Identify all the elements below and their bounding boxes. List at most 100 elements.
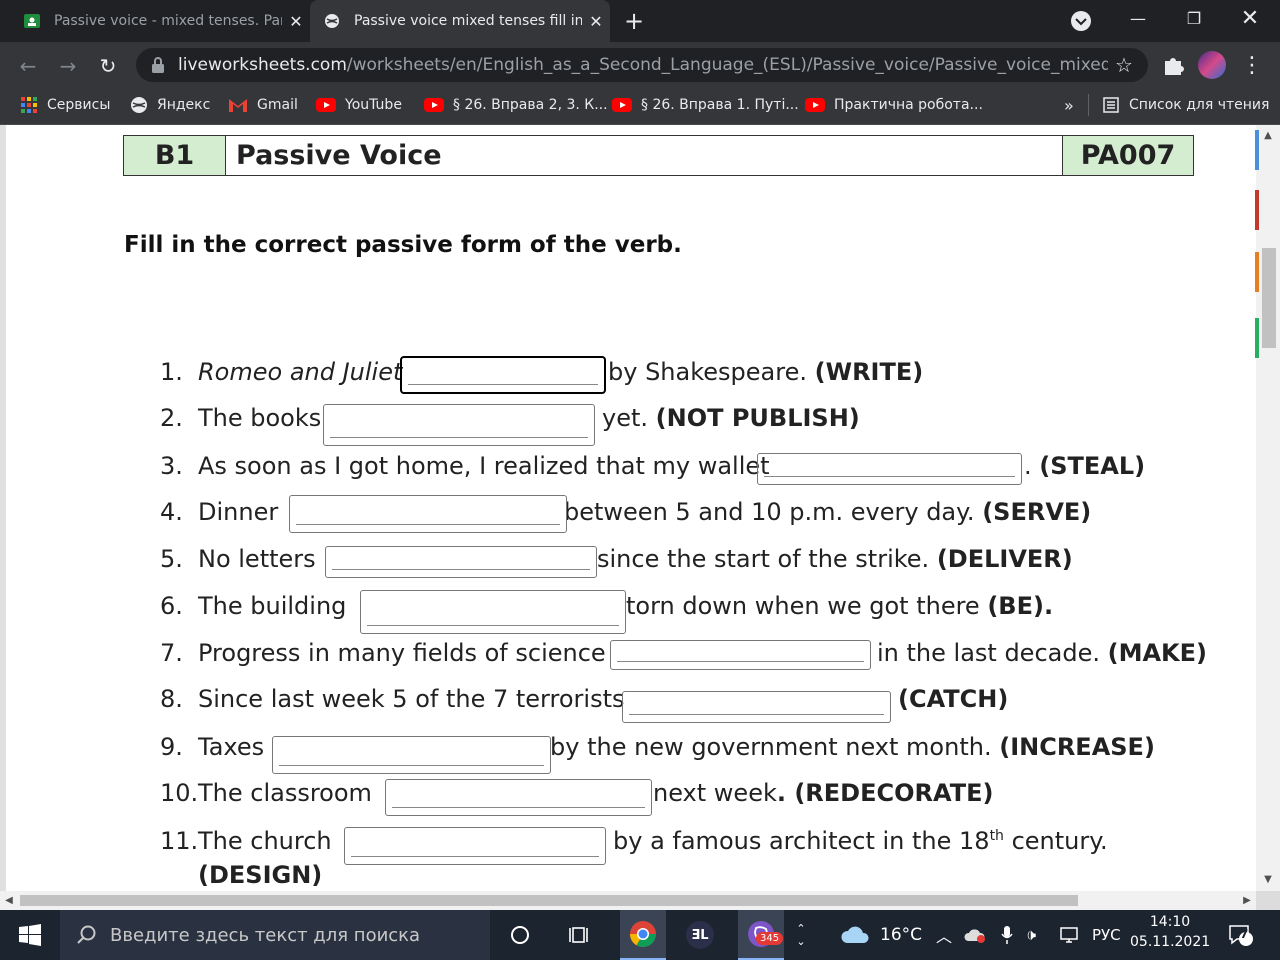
- scroll-up-arrow[interactable]: ▲: [1260, 128, 1276, 144]
- language-indicator[interactable]: РУС: [1092, 910, 1121, 960]
- bookmark-label: Сервисы: [47, 97, 111, 113]
- task-view-icon[interactable]: [560, 910, 600, 960]
- url-text[interactable]: liveworksheets.com/worksheets/en/English…: [178, 54, 1108, 76]
- minimize-button[interactable]: —: [1110, 0, 1166, 38]
- item-text-before: Romeo and Juliet: [198, 358, 403, 386]
- bookmark-label: Gmail: [257, 97, 298, 113]
- scroll-down-arrow[interactable]: ▼: [1260, 872, 1276, 888]
- vertical-scroll-thumb[interactable]: [1262, 248, 1276, 348]
- viber-taskbar-icon[interactable]: 345: [738, 910, 784, 960]
- bookmarks-overflow-button[interactable]: »: [1064, 94, 1074, 116]
- answer-input[interactable]: [385, 779, 652, 816]
- item-text-after: yet. (NOT PUBLISH): [602, 404, 860, 432]
- tab-title: Passive voice - mixed tenses. Part: [54, 13, 282, 29]
- item-number: 7.: [160, 639, 183, 667]
- item-text-before: Since last week 5 of the 7 terrorists: [198, 685, 625, 713]
- scroll-left-arrow[interactable]: ◀: [2, 891, 16, 910]
- lock-icon[interactable]: [150, 56, 166, 74]
- horizontal-scroll-thumb[interactable]: [20, 895, 1078, 906]
- cloud-sync-icon[interactable]: [964, 910, 986, 960]
- answer-input[interactable]: [325, 546, 597, 578]
- weather-widget[interactable]: 16°C: [840, 910, 922, 960]
- profile-avatar[interactable]: [1198, 51, 1226, 79]
- chrome-taskbar-icon[interactable]: [620, 910, 666, 960]
- bookmark-label: Практична робота...: [834, 97, 983, 113]
- answer-input[interactable]: [622, 691, 891, 723]
- answer-input[interactable]: [323, 404, 595, 446]
- item-number: 4.: [160, 498, 183, 526]
- answer-input[interactable]: [289, 495, 567, 533]
- volume-icon[interactable]: 🕩: [1026, 910, 1036, 960]
- back-button[interactable]: ←: [14, 52, 42, 80]
- menu-kebab-icon[interactable]: ⋮: [1238, 52, 1266, 80]
- cloud-icon: [841, 926, 869, 943]
- weather-temp: 16°C: [880, 925, 923, 945]
- windows-logo-icon: [19, 924, 41, 946]
- app-3l-icon[interactable]: ƎL: [680, 910, 720, 960]
- search-icon: [77, 925, 96, 944]
- answer-input[interactable]: [344, 827, 606, 865]
- start-button[interactable]: [0, 910, 60, 960]
- tab-active[interactable]: Passive voice mixed tenses fill in t ✕: [310, 0, 610, 42]
- scroll-marker: [1255, 318, 1259, 358]
- forward-button[interactable]: →: [54, 52, 82, 80]
- answer-input[interactable]: [400, 356, 606, 394]
- close-icon[interactable]: ✕: [282, 12, 310, 31]
- item-text-before: The books: [198, 404, 322, 432]
- item-verb-hint: (DESIGN): [198, 861, 323, 889]
- close-window-button[interactable]: ✕: [1222, 0, 1278, 38]
- scroll-right-arrow[interactable]: ▶: [1240, 891, 1254, 910]
- worksheet-code: PA007: [1062, 136, 1193, 175]
- item-text-before: Progress in many fields of science: [198, 639, 606, 667]
- reading-list-button[interactable]: Список для чтения: [1102, 94, 1269, 116]
- answer-input[interactable]: [757, 453, 1022, 485]
- bookmark-practical-work[interactable]: Практична робота...: [805, 94, 983, 116]
- item-text-before: Dinner: [198, 498, 279, 526]
- worksheet-title: Passive Voice: [236, 140, 442, 171]
- item-number: 11.: [160, 827, 199, 855]
- notification-center-button[interactable]: 7: [1228, 910, 1254, 960]
- network-icon[interactable]: [1058, 910, 1080, 960]
- item-text-after: between 5 and 10 p.m. every day. (SERVE): [564, 498, 1092, 526]
- bookmark-services[interactable]: Сервисы: [20, 94, 110, 116]
- taskbar-search[interactable]: Введите здесь текст для поиска: [60, 910, 490, 960]
- youtube-icon: [612, 98, 632, 112]
- bookmark-star-icon[interactable]: ☆: [1112, 52, 1136, 78]
- vertical-scrollbar[interactable]: [1256, 125, 1280, 891]
- item-number: 1.: [160, 358, 183, 386]
- bookmark-exercise-1[interactable]: § 26. Вправа 2, 3. К...: [424, 94, 608, 116]
- scroll-marker: [1255, 190, 1259, 230]
- close-icon[interactable]: ✕: [582, 12, 610, 31]
- item-number: 10.: [160, 779, 199, 807]
- new-tab-button[interactable]: +: [620, 8, 648, 36]
- bookmark-gmail[interactable]: Gmail: [228, 94, 298, 116]
- chevron-down-icon: [1071, 11, 1091, 31]
- tab-search-button[interactable]: [1066, 9, 1096, 33]
- globe-icon: [325, 14, 339, 28]
- tab-inactive[interactable]: Passive voice - mixed tenses. Part ✕: [0, 0, 310, 42]
- bookmark-label: § 26. Вправа 2, 3. К...: [453, 97, 608, 113]
- item-text-after: (CATCH): [898, 685, 1009, 713]
- divider: [1088, 94, 1089, 116]
- notification-count: 7: [1240, 927, 1249, 941]
- bookmark-exercise-2[interactable]: § 26. Вправа 1. Путі...: [612, 94, 799, 116]
- answer-input[interactable]: [272, 736, 551, 774]
- reload-button[interactable]: ↻: [94, 52, 122, 80]
- restore-button[interactable]: ❐: [1166, 0, 1222, 38]
- youtube-icon: [316, 98, 336, 112]
- cortana-icon[interactable]: [500, 910, 540, 960]
- answer-input[interactable]: [610, 640, 871, 670]
- tray-scroll-arrows[interactable]: ⌃ ⌄: [792, 910, 810, 960]
- extensions-puzzle-icon[interactable]: [1160, 52, 1186, 78]
- bookmark-yandex[interactable]: Яндекс: [130, 94, 210, 116]
- scroll-marker: [1255, 130, 1259, 170]
- apps-grid-icon: [21, 97, 37, 113]
- microphone-icon[interactable]: [1000, 910, 1014, 960]
- tray-overflow-icon[interactable]: ︿: [936, 910, 952, 960]
- item-number: 2.: [160, 404, 183, 432]
- answer-input[interactable]: [360, 590, 626, 634]
- bookmark-youtube[interactable]: YouTube: [316, 94, 402, 116]
- clock[interactable]: 14:10 05.11.2021: [1130, 914, 1210, 950]
- worksheet-header: B1 Passive Voice PA007: [123, 135, 1194, 176]
- item-text-after: by a famous architect in the 18th centur…: [613, 827, 1108, 855]
